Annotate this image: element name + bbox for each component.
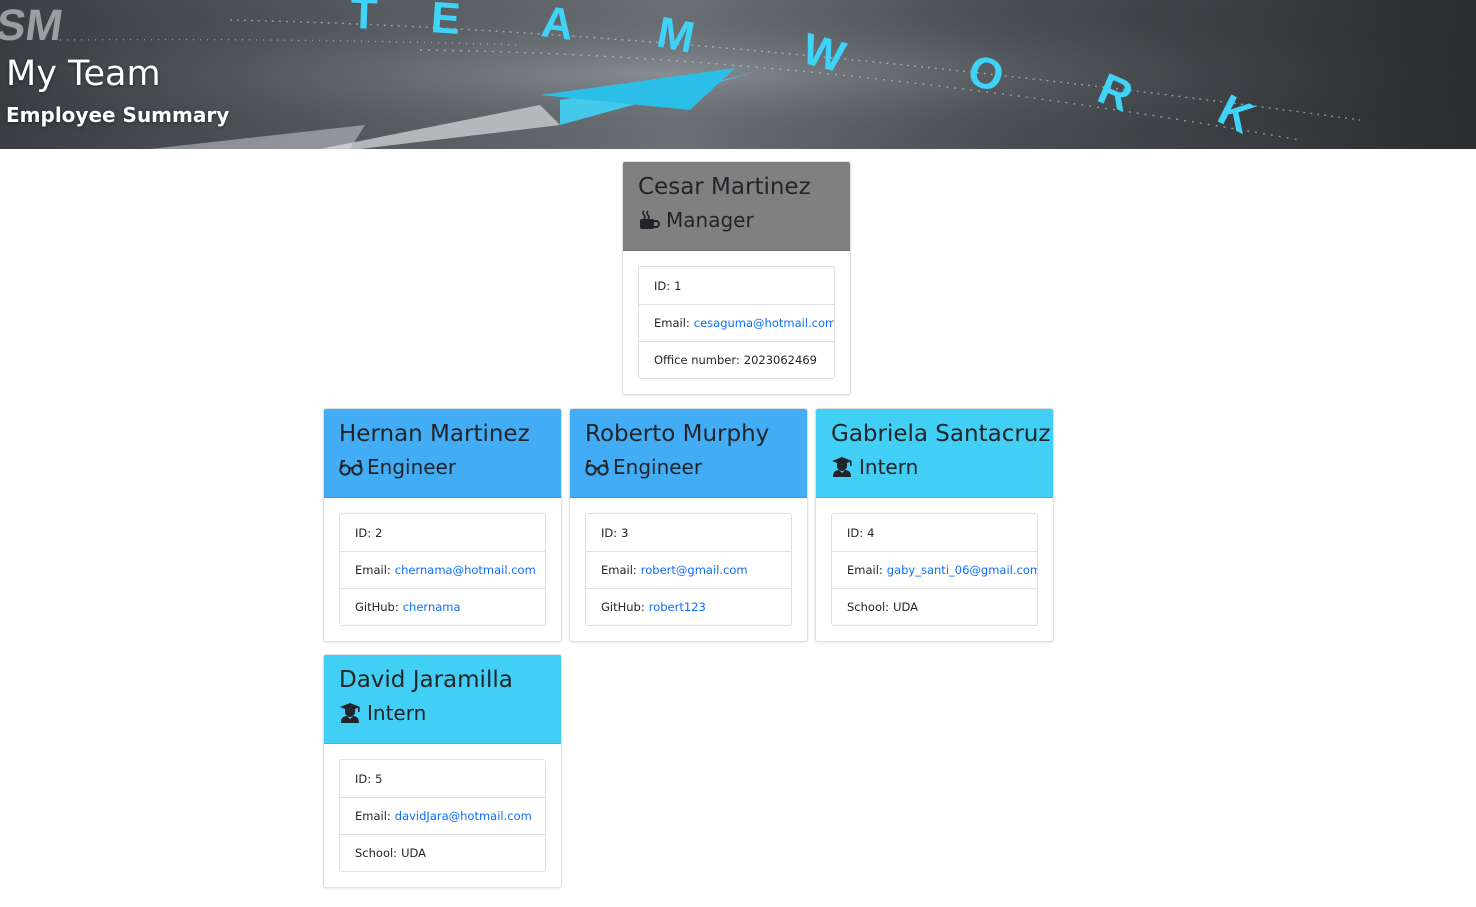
- id-value: 4: [867, 525, 875, 540]
- email-link[interactable]: cesaguma@hotmail.com: [694, 316, 834, 330]
- office-number-item: Office number: 2023062469: [639, 341, 834, 378]
- email-item: Email: chernama@hotmail.com: [340, 551, 545, 588]
- id-item: ID: 5: [340, 760, 545, 797]
- email-label: Email:: [601, 563, 637, 577]
- details-list: ID: 2 Email: chernama@hotmail.com GitHub…: [339, 513, 546, 626]
- details-list: ID: 3 Email: robert@gmail.com GitHub: ro…: [585, 513, 792, 626]
- id-label: ID:: [601, 525, 618, 540]
- id-item: ID: 3: [586, 514, 791, 551]
- details-list: ID: 5 Email: davidJara@hotmail.com Schoo…: [339, 759, 546, 872]
- employee-name: Hernan Martinez: [339, 421, 530, 447]
- github-label: GitHub:: [355, 600, 399, 614]
- email-link[interactable]: gaby_santi_06@gmail.com: [887, 563, 1037, 577]
- office-label: Office number:: [654, 353, 740, 367]
- employee-card-intern: David Jaramilla Intern ID: 5 Email: davi…: [323, 654, 562, 888]
- github-label: GitHub:: [601, 600, 645, 614]
- employee-role: Manager: [638, 207, 835, 233]
- svg-text:SM: SM: [0, 1, 66, 50]
- email-link[interactable]: robert@gmail.com: [641, 563, 748, 577]
- email-item: Email: cesaguma@hotmail.com: [639, 304, 834, 341]
- mug-hot-icon: [638, 209, 660, 231]
- id-value: 3: [621, 525, 629, 540]
- svg-text:A: A: [539, 0, 577, 50]
- github-item: GitHub: chernama: [340, 588, 545, 625]
- school-value: UDA: [893, 600, 918, 614]
- employee-card-intern: Gabriela Santacruz Intern ID: 4 Email: g…: [815, 408, 1054, 642]
- details-list: ID: 4 Email: gaby_santi_06@gmail.com Sch…: [831, 513, 1038, 626]
- employee-card-engineer: Roberto Murphy Engineer ID: 3 Email: rob…: [569, 408, 808, 642]
- header-banner: SM T E A M W O R K My Team Employee Summ…: [0, 0, 1476, 149]
- school-label: School:: [355, 846, 398, 860]
- page-title: My Team: [6, 54, 161, 94]
- employee-name: David Jaramilla: [339, 667, 513, 693]
- school-value: UDA: [401, 846, 426, 860]
- email-item: Email: davidJara@hotmail.com: [340, 797, 545, 834]
- email-link[interactable]: chernama@hotmail.com: [395, 563, 536, 577]
- email-label: Email:: [847, 563, 883, 577]
- svg-text:E: E: [429, 0, 462, 44]
- employee-card-engineer: Hernan Martinez Engineer ID: 2 Email: ch…: [323, 408, 562, 642]
- role-label: Engineer: [367, 455, 457, 479]
- card-body: ID: 4 Email: gaby_santi_06@gmail.com Sch…: [816, 498, 1053, 641]
- id-value: 5: [375, 771, 383, 786]
- details-list: ID: 1 Email: cesaguma@hotmail.com Office…: [638, 266, 835, 379]
- id-label: ID:: [654, 278, 671, 293]
- employee-role: Engineer: [585, 454, 792, 480]
- role-label: Engineer: [613, 455, 703, 479]
- card-body: ID: 2 Email: chernama@hotmail.com GitHub…: [324, 498, 561, 641]
- office-number-value: 2023062469: [743, 353, 817, 367]
- id-label: ID:: [355, 771, 372, 786]
- graduate-icon: [339, 702, 361, 724]
- github-link[interactable]: robert123: [649, 600, 706, 614]
- school-item: School: UDA: [340, 834, 545, 871]
- glasses-icon: [585, 456, 609, 478]
- id-label: ID:: [847, 525, 864, 540]
- id-value: 2: [375, 525, 383, 540]
- role-label: Manager: [666, 208, 754, 232]
- email-label: Email:: [355, 563, 391, 577]
- id-label: ID:: [355, 525, 372, 540]
- card-header: Gabriela Santacruz Intern: [816, 409, 1053, 498]
- email-item: Email: gaby_santi_06@gmail.com: [832, 551, 1037, 588]
- id-item: ID: 1: [639, 267, 834, 304]
- github-link[interactable]: chernama: [403, 600, 461, 614]
- email-item: Email: robert@gmail.com: [586, 551, 791, 588]
- card-header: Cesar Martinez Manager: [623, 162, 850, 251]
- github-item: GitHub: robert123: [586, 588, 791, 625]
- glasses-icon: [339, 456, 363, 478]
- role-label: Intern: [367, 701, 427, 725]
- school-label: School:: [847, 600, 890, 614]
- employee-role: Intern: [339, 700, 546, 726]
- employee-name: Cesar Martinez: [638, 174, 811, 200]
- card-body: ID: 5 Email: davidJara@hotmail.com Schoo…: [324, 744, 561, 887]
- employee-name: Roberto Murphy: [585, 421, 770, 447]
- page-subtitle: Employee Summary: [6, 103, 230, 127]
- employee-role: Engineer: [339, 454, 546, 480]
- id-value: 1: [674, 278, 682, 293]
- card-header: Roberto Murphy Engineer: [570, 409, 807, 498]
- email-label: Email:: [654, 316, 690, 330]
- id-item: ID: 2: [340, 514, 545, 551]
- card-body: ID: 1 Email: cesaguma@hotmail.com Office…: [623, 251, 850, 394]
- school-item: School: UDA: [832, 588, 1037, 625]
- card-body: ID: 3 Email: robert@gmail.com GitHub: ro…: [570, 498, 807, 641]
- role-label: Intern: [859, 455, 919, 479]
- email-label: Email:: [355, 809, 391, 823]
- id-item: ID: 4: [832, 514, 1037, 551]
- svg-text:T: T: [350, 0, 379, 39]
- employee-name: Gabriela Santacruz: [831, 421, 1051, 447]
- employee-card-manager: Cesar Martinez Manager ID: 1 Email: cesa…: [622, 161, 851, 395]
- email-link[interactable]: davidJara@hotmail.com: [395, 809, 532, 823]
- graduate-icon: [831, 456, 853, 478]
- card-header: David Jaramilla Intern: [324, 655, 561, 744]
- card-header: Hernan Martinez Engineer: [324, 409, 561, 498]
- employee-role: Intern: [831, 454, 1038, 480]
